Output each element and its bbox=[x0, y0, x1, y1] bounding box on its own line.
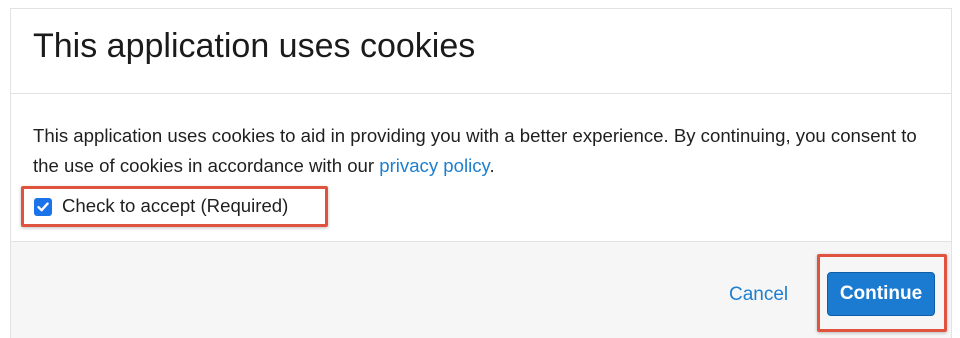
dialog-header: This application uses cookies bbox=[11, 9, 951, 94]
accept-checkbox-label[interactable]: Check to accept (Required) bbox=[62, 195, 288, 217]
continue-button[interactable]: Continue bbox=[827, 272, 935, 316]
continue-highlight-box: Continue bbox=[817, 254, 947, 332]
cookie-notice-period: . bbox=[489, 155, 495, 176]
dialog-title: This application uses cookies bbox=[33, 27, 476, 65]
cookie-consent-dialog: This application uses cookies This appli… bbox=[10, 8, 952, 338]
accept-checkbox-row[interactable]: Check to accept (Required) bbox=[21, 186, 328, 227]
cookie-notice-text: This application uses cookies to aid in … bbox=[33, 121, 938, 181]
cancel-button[interactable]: Cancel bbox=[729, 284, 788, 306]
dialog-footer: Cancel Continue bbox=[11, 241, 951, 338]
accept-checkbox[interactable] bbox=[34, 198, 52, 216]
checkmark-icon bbox=[37, 202, 49, 212]
dialog-body: This application uses cookies to aid in … bbox=[11, 94, 951, 241]
privacy-policy-link[interactable]: privacy policy bbox=[379, 155, 489, 176]
